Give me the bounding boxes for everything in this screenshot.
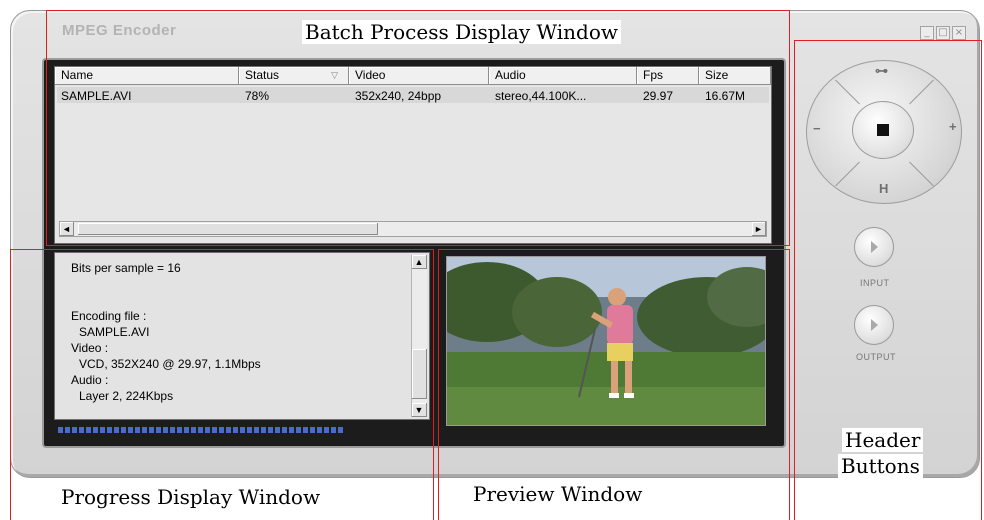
preview-window-label: Preview Window <box>470 482 646 506</box>
preview-window-callout <box>438 249 790 520</box>
minimize-button[interactable]: _ <box>920 26 934 40</box>
close-button[interactable]: × <box>952 26 966 40</box>
progress-window-label: Progress Display Window <box>58 485 324 509</box>
window-controls: _ □ × <box>920 26 966 40</box>
header-buttons-label-2: Buttons <box>838 454 923 478</box>
progress-window-callout <box>10 249 434 520</box>
header-buttons-label-1: Header <box>842 428 924 452</box>
maximize-button[interactable]: □ <box>936 26 950 40</box>
batch-window-label: Batch Process Display Window <box>302 20 621 44</box>
batch-window-callout <box>46 10 790 246</box>
